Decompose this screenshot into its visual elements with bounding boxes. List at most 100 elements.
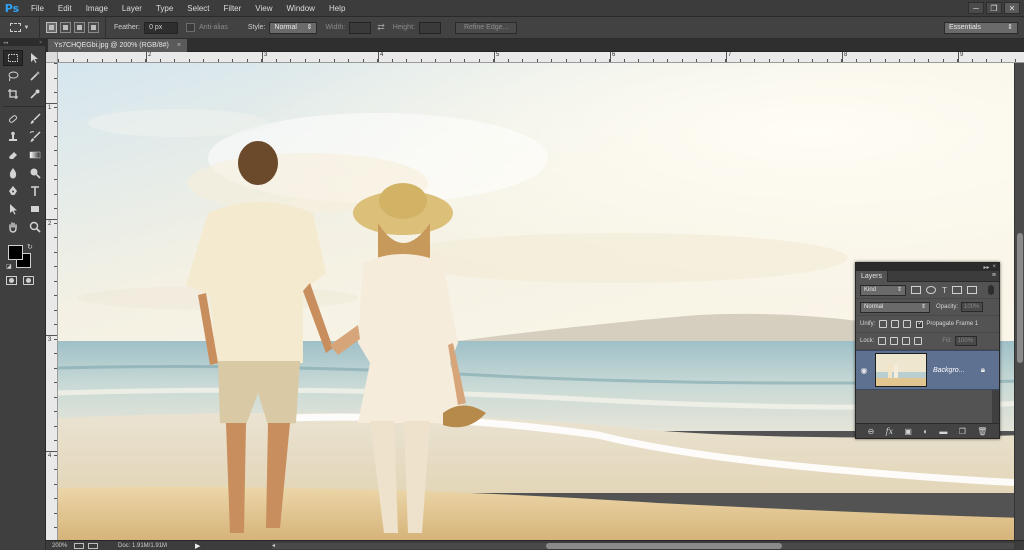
proof-icon[interactable]: [74, 542, 84, 549]
add-selection-button[interactable]: [60, 22, 71, 33]
menu-select[interactable]: Select: [180, 0, 216, 17]
default-colors-icon[interactable]: ◪: [6, 263, 12, 270]
shape-filter-icon[interactable]: [951, 286, 962, 294]
ruler-origin[interactable]: [46, 52, 58, 63]
new-selection-button[interactable]: [46, 22, 57, 33]
collapse-icon[interactable]: ▸▸: [983, 264, 989, 271]
intersect-selection-button[interactable]: [88, 22, 99, 33]
fill-input[interactable]: 100%: [954, 336, 977, 346]
eraser-tool-icon[interactable]: [3, 147, 23, 163]
foreground-color-swatch[interactable]: [8, 245, 23, 260]
hand-tool-icon[interactable]: [3, 219, 23, 235]
add-mask-icon[interactable]: ▣: [904, 427, 912, 436]
zoom-level[interactable]: 200%: [46, 543, 70, 549]
lock-image-icon[interactable]: [890, 337, 899, 345]
horizontal-ruler[interactable]: 2 3 4 5 6 7 8 9: [58, 52, 1024, 63]
style-select[interactable]: Normal ⇕: [269, 21, 318, 34]
lasso-tool-icon[interactable]: [3, 68, 23, 84]
move-tool-icon[interactable]: [25, 50, 45, 66]
pixel-filter-icon[interactable]: [911, 286, 921, 294]
menu-edit[interactable]: Edit: [51, 0, 79, 17]
document-tab[interactable]: Ys7CHQEGbi.jpg @ 200% (RGB/8#) ×: [48, 39, 187, 52]
quick-mask-icon[interactable]: [6, 276, 17, 285]
blend-mode-select[interactable]: Normal ⇕: [860, 301, 930, 313]
layers-panel-header[interactable]: ▸▸ ×: [856, 263, 999, 271]
history-brush-tool-icon[interactable]: [25, 129, 45, 145]
horizontal-scroll-thumb[interactable]: [546, 543, 782, 549]
status-menu-arrow[interactable]: ▶: [195, 542, 200, 550]
height-input[interactable]: [418, 21, 441, 34]
dodge-tool-icon[interactable]: [25, 165, 45, 181]
share-icon[interactable]: [88, 542, 98, 549]
propagate-checkbox[interactable]: [916, 319, 924, 328]
lock-all-icon[interactable]: [914, 337, 923, 345]
filter-kind-select[interactable]: Kind ⇕: [860, 284, 906, 296]
feather-input[interactable]: 0 px: [144, 21, 179, 34]
subtract-selection-button[interactable]: [74, 22, 85, 33]
adjustment-layer-icon[interactable]: ◐: [923, 427, 928, 436]
fx-icon[interactable]: fx: [886, 427, 893, 436]
opacity-input[interactable]: 100%: [961, 302, 984, 312]
close-panel-icon[interactable]: ×: [39, 40, 42, 46]
tab-layers[interactable]: Layers: [856, 271, 889, 282]
magic-wand-tool-icon[interactable]: [25, 68, 45, 84]
close-panel-icon[interactable]: ×: [992, 264, 996, 270]
eye-icon[interactable]: ◉: [856, 366, 872, 375]
trash-icon[interactable]: 🗑︎: [977, 427, 987, 436]
restore-button[interactable]: ❐: [986, 2, 1002, 14]
menu-filter[interactable]: Filter: [217, 0, 249, 17]
unify-style-icon[interactable]: [903, 320, 912, 328]
workspace-select[interactable]: Essentials ⇕: [944, 22, 1018, 34]
antialias-checkbox[interactable]: [186, 23, 196, 32]
swap-colors-icon[interactable]: ↻: [27, 243, 33, 251]
new-layer-icon[interactable]: ❐: [959, 427, 966, 436]
eyedropper-tool-icon[interactable]: [25, 86, 45, 102]
filter-toggle[interactable]: [988, 285, 994, 295]
new-group-icon[interactable]: ▬: [939, 427, 947, 436]
vertical-scroll-thumb[interactable]: [1017, 233, 1023, 363]
menu-view[interactable]: View: [248, 0, 279, 17]
zoom-tool-icon[interactable]: [25, 219, 45, 235]
menu-window[interactable]: Window: [280, 0, 322, 17]
menu-help[interactable]: Help: [322, 0, 352, 17]
minimize-button[interactable]: ─: [968, 2, 984, 14]
horizontal-scrollbar[interactable]: ◂: [272, 543, 1014, 549]
pen-tool-icon[interactable]: [3, 183, 23, 199]
lock-position-icon[interactable]: [902, 337, 911, 345]
refine-edge-button[interactable]: Refine Edge...: [454, 21, 518, 34]
scroll-left-icon[interactable]: ◂: [272, 542, 275, 549]
screen-mode-icon[interactable]: [23, 276, 34, 285]
menu-image[interactable]: Image: [79, 0, 115, 17]
type-filter-icon[interactable]: T: [942, 286, 947, 295]
close-tab-icon[interactable]: ×: [177, 39, 181, 52]
clone-stamp-tool-icon[interactable]: [3, 129, 23, 145]
tools-panel-header[interactable]: ◂◂ ×: [0, 39, 45, 46]
marquee-tool-icon[interactable]: [3, 50, 23, 66]
lock-transparent-icon[interactable]: [878, 337, 887, 345]
swap-dimensions-icon[interactable]: ⇄: [377, 22, 385, 33]
width-input[interactable]: [349, 21, 372, 34]
healing-brush-tool-icon[interactable]: [3, 111, 23, 127]
crop-tool-icon[interactable]: [3, 86, 23, 102]
vertical-ruler[interactable]: 12345: [46, 63, 58, 540]
path-selection-tool-icon[interactable]: [3, 201, 23, 217]
menu-file[interactable]: File: [24, 0, 51, 17]
menu-type[interactable]: Type: [149, 0, 180, 17]
blur-tool-icon[interactable]: [3, 165, 23, 181]
expand-icon[interactable]: ◂◂: [3, 40, 8, 46]
brush-tool-icon[interactable]: [25, 111, 45, 127]
unify-position-icon[interactable]: [879, 320, 888, 328]
panel-menu-icon[interactable]: ≡: [992, 272, 996, 279]
link-layers-icon[interactable]: ⊖: [868, 427, 875, 436]
unify-visibility-icon[interactable]: [891, 320, 900, 328]
menu-layer[interactable]: Layer: [115, 0, 149, 17]
gradient-tool-icon[interactable]: [25, 147, 45, 163]
close-button[interactable]: ✕: [1004, 2, 1020, 14]
rectangle-tool-icon[interactable]: [25, 201, 45, 217]
type-tool-icon[interactable]: [25, 183, 45, 199]
tool-preset-picker[interactable]: ▼: [0, 16, 40, 39]
layer-row-background[interactable]: ◉ Backgro... 🔒︎: [856, 350, 999, 390]
vertical-scrollbar[interactable]: [1014, 63, 1024, 540]
adjustment-filter-icon[interactable]: [926, 286, 936, 294]
smart-object-filter-icon[interactable]: [966, 286, 977, 294]
